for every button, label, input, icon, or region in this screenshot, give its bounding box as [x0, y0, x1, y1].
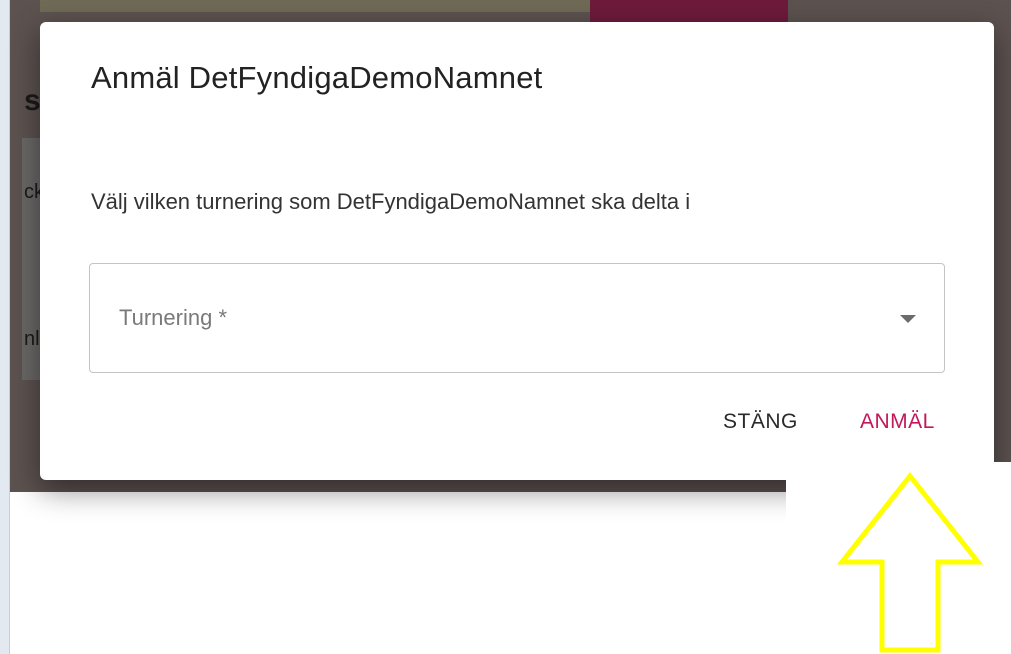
chevron-down-icon[interactable] [900, 315, 916, 323]
tournament-select-label: Turnering * [119, 305, 228, 330]
register-button[interactable]: ANMÄL [860, 410, 935, 434]
dialog-title: Anmäl DetFyndigaDemoNamnet [91, 60, 543, 95]
arrow-up-icon [836, 471, 984, 653]
left-page-edge [0, 0, 10, 654]
tournament-select[interactable]: Turnering * [89, 263, 945, 373]
background-tag [590, 0, 788, 22]
close-button[interactable]: STÄNG [723, 410, 798, 434]
dialog-instruction: Välj vilken turnering som DetFyndigaDemo… [91, 189, 691, 214]
background-banner [40, 0, 592, 12]
register-dialog: Anmäl DetFyndigaDemoNamnet Välj vilken t… [40, 22, 994, 480]
